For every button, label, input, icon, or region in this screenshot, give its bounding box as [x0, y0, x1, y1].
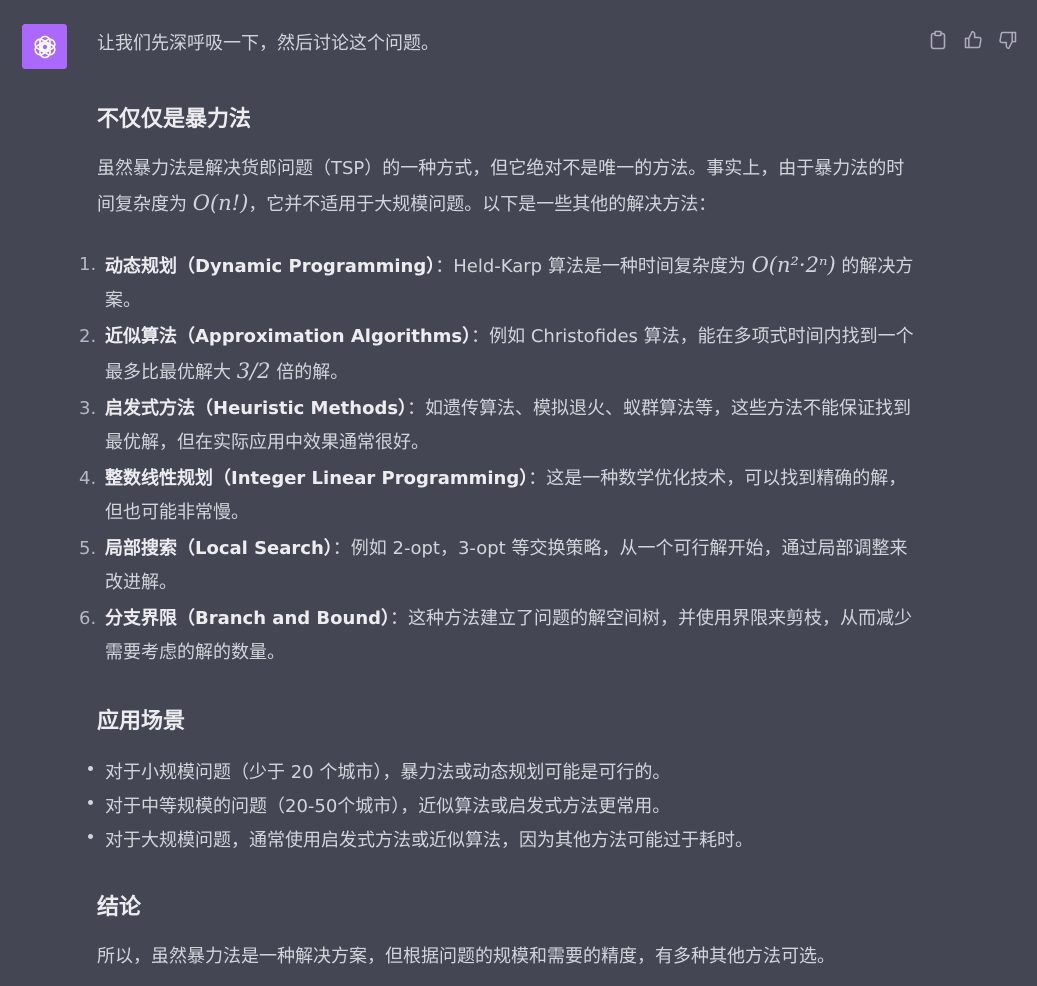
scenarios-list: 对于小规模问题（少于 20 个城市），暴力法或动态规划可能是可行的。 对于中等规… — [88, 756, 917, 858]
list-number: 3. — [79, 398, 97, 419]
list-item: 对于中等规模的问题（20-50个城市），近似算法或启发式方法更常用。 — [88, 790, 917, 824]
thumbs-up-icon — [964, 30, 982, 48]
list-item: 5. 局部搜索（Local Search）：例如 2-opt，3-opt 等交换… — [79, 532, 917, 600]
section-heading-brute-force: 不仅仅是暴力法 — [97, 107, 252, 132]
math-complexity-factorial: O(n!) — [192, 191, 249, 215]
method-title: 近似算法（Approximation Algorithms） — [105, 326, 472, 347]
list-number: 5. — [79, 538, 97, 559]
list-number: 1. — [79, 254, 97, 275]
thumbs-down-button[interactable] — [996, 28, 1019, 51]
list-number: 4. — [79, 468, 97, 489]
method-title: 启发式方法（Heuristic Methods） — [105, 398, 408, 419]
avatar — [22, 24, 67, 69]
method-title: 动态规划（Dynamic Programming） — [105, 256, 436, 277]
list-number: 6. — [79, 608, 97, 629]
thumbs-down-icon — [998, 31, 1016, 49]
intro-text: 让我们先深呼吸一下，然后讨论这个问题。 — [97, 33, 439, 54]
list-item: 对于小规模问题（少于 20 个城市），暴力法或动态规划可能是可行的。 — [88, 756, 917, 790]
method-title: 局部搜索（Local Search） — [105, 538, 333, 559]
section-paragraph-brute-force: 虽然暴力法是解决货郎问题（TSP）的一种方式，但它绝对不是唯一的方法。事实上，由… — [97, 152, 917, 222]
list-item: 2. 近似算法（Approximation Algorithms）：例如 Chr… — [79, 320, 917, 390]
thumbs-up-button[interactable] — [961, 28, 984, 51]
list-item: 对于大规模问题，通常使用启发式方法或近似算法，因为其他方法可能过于耗时。 — [88, 824, 917, 858]
methods-list: 1. 动态规划（Dynamic Programming）：Held-Karp 算… — [79, 248, 917, 670]
openai-logo-icon — [33, 35, 56, 58]
section-paragraph-conclusion: 所以，虽然暴力法是一种解决方案，但根据问题的规模和需要的精度，有多种其他方法可选… — [97, 946, 835, 967]
list-item: 3. 启发式方法（Heuristic Methods）：如遗传算法、模拟退火、蚁… — [79, 392, 917, 460]
method-title: 分支界限（Branch and Bound） — [105, 608, 391, 629]
math-complexity-held-karp: O(n²·2ⁿ) — [751, 253, 836, 277]
method-text: 倍的解。 — [270, 362, 349, 383]
section-heading-conclusion: 结论 — [97, 895, 142, 920]
list-item: 4. 整数线性规划（Integer Linear Programming）：这是… — [79, 462, 917, 530]
paragraph-text: ，它并不适用于大规模问题。以下是一些其他的解决方法： — [248, 194, 717, 215]
section-heading-scenarios: 应用场景 — [97, 709, 186, 734]
message-content: 让我们先深呼吸一下，然后讨论这个问题。 不仅仅是暴力法 虽然暴力法是解决货郎问题… — [79, 28, 917, 974]
list-item: 1. 动态规划（Dynamic Programming）：Held-Karp 算… — [79, 248, 917, 318]
method-title: 整数线性规划（Integer Linear Programming） — [105, 468, 529, 489]
math-ratio: 3/2 — [236, 359, 271, 383]
copy-button[interactable] — [926, 28, 949, 51]
list-item: 6. 分支界限（Branch and Bound）：这种方法建立了问题的解空间树… — [79, 602, 917, 670]
message-actions — [926, 28, 1019, 51]
clipboard-icon — [930, 30, 945, 49]
method-text: ：Held-Karp 算法是一种时间复杂度为 — [435, 256, 752, 277]
list-number: 2. — [79, 326, 97, 347]
